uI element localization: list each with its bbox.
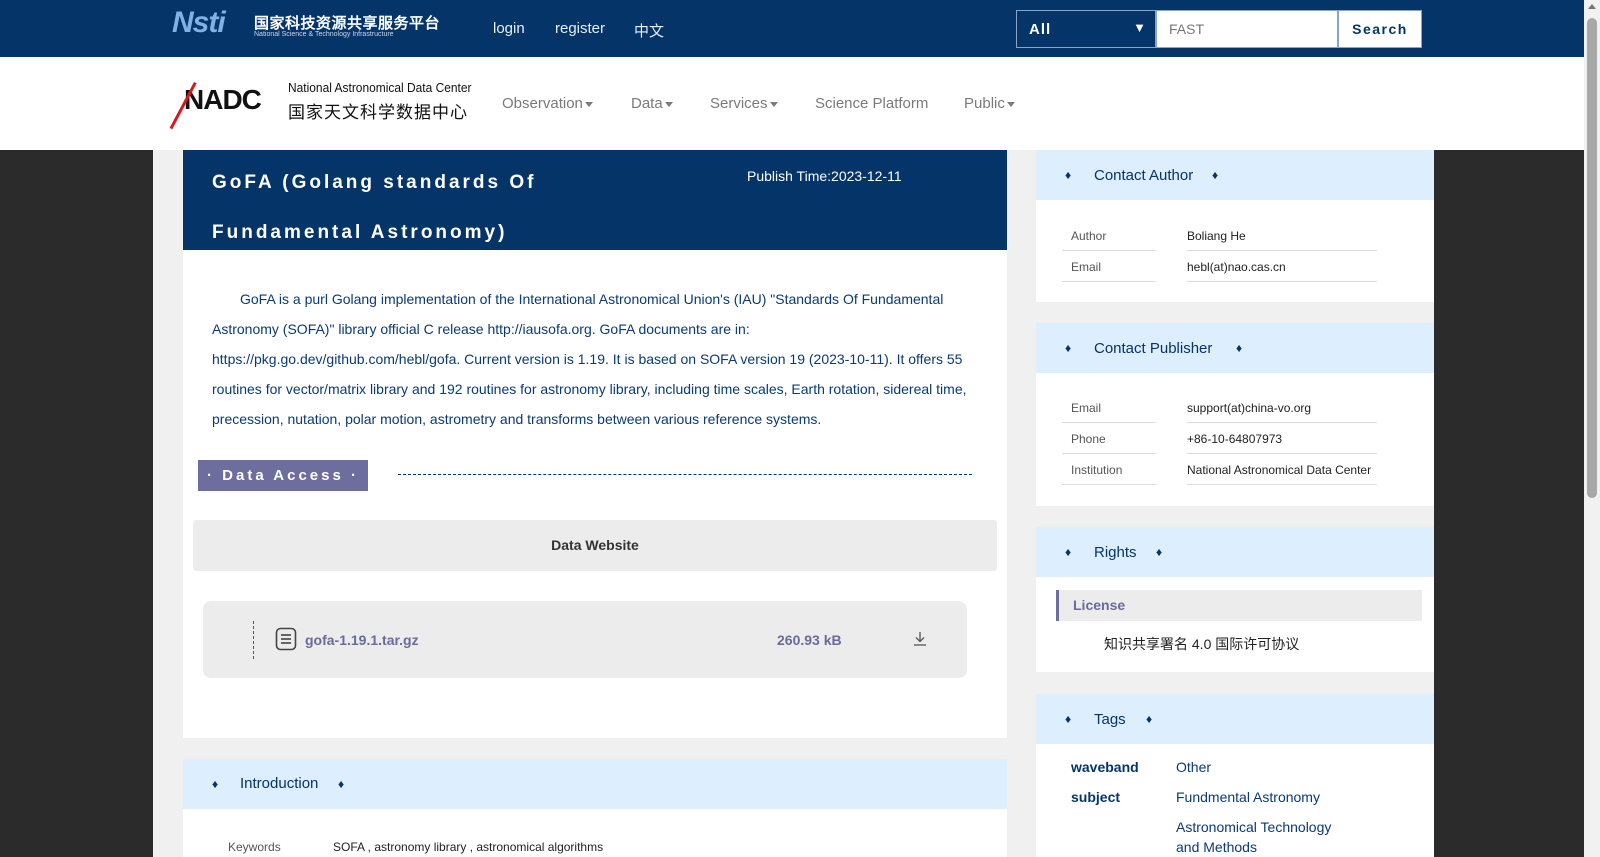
- publisher-phone-value: +86-10-64807973: [1187, 432, 1283, 446]
- nav-science-platform[interactable]: Science Platform: [815, 95, 928, 112]
- keywords-value: SOFA , astronomy library , astronomical …: [333, 840, 604, 854]
- scrollbar-thumb[interactable]: [1587, 18, 1597, 498]
- row-divider: [1187, 281, 1377, 282]
- nav-services-label: Services: [710, 95, 768, 112]
- tags-title: Tags: [1094, 711, 1126, 728]
- data-access-divider: [398, 474, 972, 475]
- caret-down-icon: [584, 101, 593, 107]
- file-size: 260.93 kB: [777, 632, 842, 648]
- author-email-label: Email: [1071, 260, 1102, 274]
- diamond-icon: ♦: [212, 777, 219, 791]
- keywords-label: Keywords: [228, 840, 281, 854]
- introduction-title: Introduction: [240, 775, 319, 792]
- search-scope-value: All: [1029, 21, 1052, 38]
- license-label: License: [1056, 590, 1422, 621]
- resource-description: GoFA is a purl Golang implementation of …: [212, 291, 967, 427]
- waveband-tag[interactable]: Other: [1176, 757, 1211, 777]
- diamond-icon: ♦: [338, 777, 345, 791]
- diamond-icon: ♦: [1065, 545, 1072, 559]
- caret-down-icon: [1006, 101, 1015, 107]
- publisher-phone-label: Phone: [1071, 432, 1106, 446]
- subject-tag[interactable]: Astronomical Technology and Methods: [1176, 817, 1346, 857]
- data-website-header[interactable]: Data Website: [193, 520, 997, 571]
- caret-down-icon: [769, 101, 778, 107]
- nav-science-platform-label: Science Platform: [815, 95, 929, 112]
- search-input[interactable]: FAST: [1156, 10, 1338, 48]
- nav-observation[interactable]: Observation: [502, 95, 593, 112]
- login-link[interactable]: login: [493, 20, 525, 37]
- row-divider: [1187, 453, 1377, 454]
- contact-publisher-title: Contact Publisher: [1094, 340, 1213, 357]
- subject-tag[interactable]: Fundmental Astronomy: [1176, 787, 1320, 807]
- diamond-icon: ♦: [1065, 712, 1072, 726]
- caret-down-icon: ▼: [1133, 20, 1147, 35]
- publisher-institution-value: National Astronomical Data Center: [1187, 463, 1372, 477]
- license-value: 知识共享署名 4.0 国际许可协议: [1104, 636, 1300, 652]
- page-scrollbar[interactable]: [1584, 0, 1600, 857]
- diamond-icon: ♦: [1236, 341, 1243, 355]
- contact-author-title: Contact Author: [1094, 167, 1194, 184]
- row-divider: [1062, 453, 1156, 454]
- nav-data[interactable]: Data: [631, 95, 673, 112]
- register-link[interactable]: register: [555, 20, 605, 37]
- file-icon: [275, 627, 297, 651]
- author-email-value: hebl(at)nao.cas.cn: [1187, 260, 1286, 274]
- contact-author-body: [1036, 200, 1434, 302]
- resource-title: GoFA (Golang standards Of Fundamental As…: [212, 172, 537, 243]
- row-divider: [1062, 250, 1156, 251]
- diamond-icon: ♦: [1065, 168, 1072, 182]
- download-icon[interactable]: [913, 631, 927, 647]
- diamond-icon: ♦: [1156, 545, 1163, 559]
- nav-public-label: Public: [964, 95, 1005, 112]
- file-tree-line: [253, 621, 254, 659]
- publish-time: Publish Time:2023-12-11: [747, 168, 902, 184]
- diamond-icon: ♦: [1146, 712, 1153, 726]
- caret-down-icon: [664, 101, 673, 107]
- author-label: Author: [1071, 229, 1107, 243]
- file-row: gofa-1.19.1.tar.gz 260.93 kB: [203, 601, 967, 678]
- row-divider: [1062, 484, 1156, 485]
- nadc-logo[interactable]: NADC National Astronomical Data Center 国…: [169, 78, 471, 134]
- publisher-email-value: support(at)china-vo.org: [1187, 401, 1312, 415]
- nav-services[interactable]: Services: [710, 95, 778, 112]
- nav-data-label: Data: [631, 95, 663, 112]
- file-name-link[interactable]: gofa-1.19.1.tar.gz: [305, 632, 419, 648]
- row-divider: [1187, 422, 1377, 423]
- nav-public[interactable]: Public: [964, 95, 1015, 112]
- diamond-icon: ♦: [1065, 341, 1072, 355]
- top-bar: Nsti 国家科技资源共享服务平台 National Science & Tec…: [0, 0, 1584, 57]
- subject-label: subject: [1071, 789, 1121, 805]
- nsti-logo-mark: Nsti: [172, 6, 226, 39]
- data-access-label: · Data Access ·: [198, 460, 368, 491]
- nadc-logo-mark: NADC: [184, 84, 262, 115]
- language-link[interactable]: 中文: [634, 20, 664, 41]
- row-divider: [1187, 250, 1377, 251]
- waveband-label: waveband: [1071, 759, 1139, 775]
- nadc-logo-cn: 国家天文科学数据中心: [288, 103, 468, 122]
- rights-title: Rights: [1094, 544, 1137, 561]
- row-divider: [1062, 422, 1156, 423]
- nsti-logo[interactable]: Nsti 国家科技资源共享服务平台 National Science & Tec…: [172, 6, 440, 40]
- nsti-logo-en: National Science & Technology Infrastruc…: [254, 31, 394, 38]
- scroll-up-arrow-icon[interactable]: [1588, 4, 1596, 9]
- nsti-logo-cn: 国家科技资源共享服务平台: [254, 15, 441, 32]
- row-divider: [1062, 281, 1156, 282]
- diamond-icon: ♦: [1212, 168, 1219, 182]
- author-value: Boliang He: [1187, 229, 1246, 243]
- nadc-logo-en: National Astronomical Data Center: [288, 80, 472, 95]
- search-scope-select[interactable]: All ▼: [1016, 10, 1156, 48]
- publisher-email-label: Email: [1071, 401, 1102, 415]
- nav-observation-label: Observation: [502, 95, 583, 112]
- publisher-institution-label: Institution: [1071, 463, 1123, 477]
- search-button[interactable]: Search: [1338, 10, 1422, 48]
- row-divider: [1187, 484, 1377, 485]
